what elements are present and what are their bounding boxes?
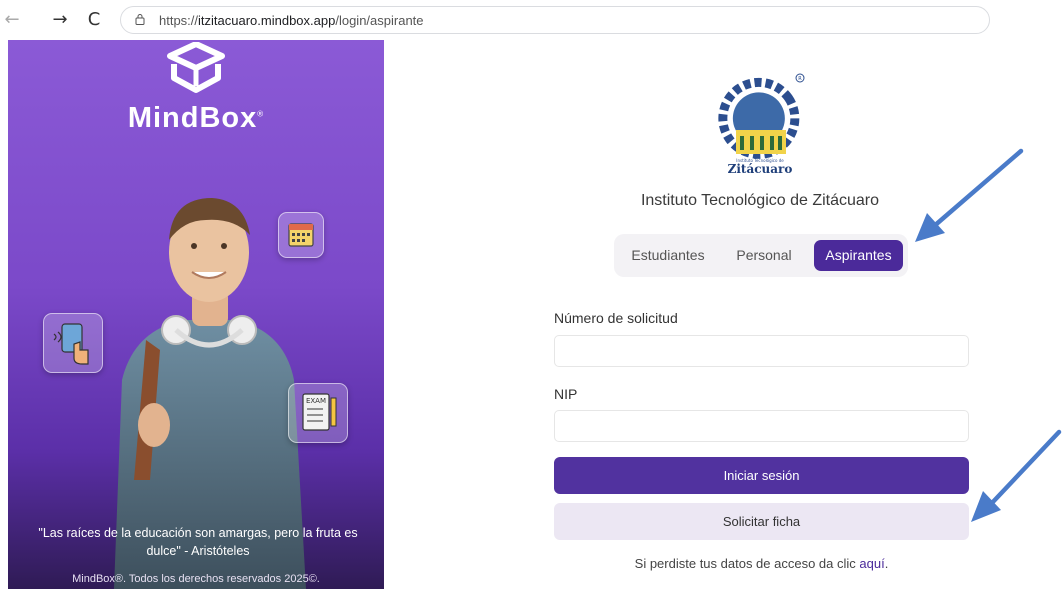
recover-access-text: Si perdiste tus datos de acceso da clic … [634,556,889,571]
tab-estudiantes[interactable]: Estudiantes [624,240,712,271]
tab-personal[interactable]: Personal [724,240,804,271]
institution-logo: R Instituto Tecnológico de Zitácuaro [718,73,805,176]
mindbox-logo-icon [167,42,225,93]
calendar-icon [288,223,314,247]
svg-text:EXAM: EXAM [306,397,326,405]
annotation-arrow-icon [915,148,1024,242]
nip-label: NIP [554,386,578,402]
user-type-tabs: Estudiantes Personal Aspirantes [614,234,908,277]
address-bar[interactable]: https://itzitacuaro.mindbox.app/login/as… [120,6,990,34]
annotation-arrow-icon [971,429,1062,522]
request-ficha-button[interactable]: Solicitar ficha [554,503,969,540]
quote-text: "Las raíces de la educación son amargas,… [38,526,358,558]
forward-arrow-icon[interactable]: → [50,9,70,31]
browser-toolbar: ← → C https://itzitacuaro.mindbox.app/lo… [0,0,990,40]
brand-name: MindBox® [127,102,265,134]
solicitud-label: Número de solicitud [554,310,678,326]
exam-card: EXAM [288,383,348,443]
calendar-card [278,212,324,258]
nip-input[interactable] [554,410,969,442]
reload-icon[interactable]: C [84,9,104,31]
back-arrow-icon[interactable]: ← [2,9,22,31]
solicitud-input[interactable] [554,335,969,367]
login-button[interactable]: Iniciar sesión [554,457,969,494]
institution-name: Instituto Tecnológico de Zitácuaro [640,192,880,209]
tab-aspirantes[interactable]: Aspirantes [814,240,903,271]
svg-text:Zitácuaro: Zitácuaro [728,162,793,176]
branding-panel: MindBox® EXAM "Las raíces de la educació… [8,40,384,589]
copyright-text: MindBox®. Todos los derechos reservados … [72,573,320,585]
recover-access-link[interactable]: aquí [859,556,884,571]
url-text: https://itzitacuaro.mindbox.app/login/as… [159,13,424,28]
lock-icon [135,14,145,25]
exam-icon: EXAM [302,393,337,431]
svg-text:R: R [798,76,802,82]
card-payment-icon [53,323,89,365]
card-payment-card [43,313,103,373]
